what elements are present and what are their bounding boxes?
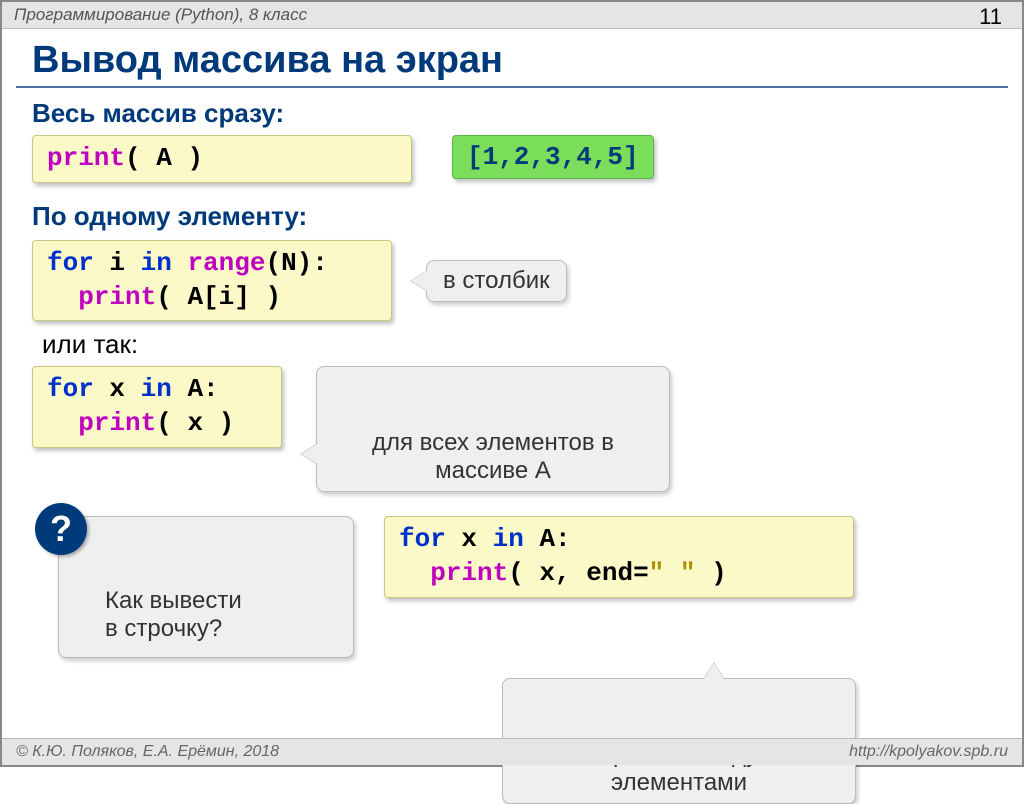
section1-heading: Весь массив сразу: (32, 98, 992, 129)
question-text: Как вывести в строчку? (105, 587, 242, 642)
string-space: " " (649, 558, 696, 588)
paren-open: ( (156, 282, 187, 312)
kw-print: print (78, 408, 156, 438)
callout-foreach: для всех элементов в массиве A (316, 366, 670, 492)
kw-for: for (47, 374, 94, 404)
code-for-each: for x in A: print( x ) (32, 366, 282, 448)
paren-open: ( (508, 558, 539, 588)
kw-print: print (78, 282, 156, 312)
output-box: [1,2,3,4,5] (452, 135, 654, 179)
callout-text: для всех элементов в массиве A (372, 429, 614, 484)
code-print-whole: print( A ) (32, 135, 412, 183)
row-whole-array: print( A ) [1,2,3,4,5] (32, 135, 992, 183)
title-rule (16, 86, 1008, 88)
course-label: Программирование (Python), 8 класс (14, 5, 307, 25)
var-A: A (156, 143, 172, 173)
kw-in: in (141, 374, 172, 404)
code-for-index: for i in range(N): print( A[i] ) (32, 240, 392, 322)
paren-close: ) (695, 558, 726, 588)
footer-bar: © К.Ю. Поляков, Е.А. Ерёмин, 2018 http:/… (2, 738, 1022, 765)
page-number: 11 (979, 4, 1002, 30)
question-row: ? Как вывести в строчку? for x in A: pri… (32, 516, 992, 658)
callout-text: в столбик (443, 267, 550, 294)
range-args: (N): (265, 248, 327, 278)
section2-heading: По одному элементу: (32, 201, 992, 232)
copyright: © К.Ю. Поляков, Е.А. Ерёмин, 2018 (16, 743, 279, 761)
paren-close: ) (172, 143, 203, 173)
var-i: i (94, 248, 141, 278)
paren-open: ( (156, 408, 187, 438)
kw-in: in (141, 248, 172, 278)
arg-ai: A[i] (187, 282, 249, 312)
paren-close: ) (203, 408, 234, 438)
question-icon: ? (35, 503, 87, 555)
var-A: A: (524, 524, 571, 554)
top-bar: Программирование (Python), 8 класс (2, 2, 1022, 29)
row-foreach: for x in A: print( x ) для всех элементо… (32, 366, 992, 492)
arg-x-end: x, end= (539, 558, 648, 588)
fn-range: range (187, 248, 265, 278)
row-per-element: for i in range(N): print( A[i] ) в столб… (32, 240, 992, 322)
or-label: или так: (42, 329, 992, 360)
callout-tail-icon (704, 663, 724, 679)
var-x: x (94, 374, 141, 404)
paren-close: ) (250, 282, 281, 312)
kw-for: for (399, 524, 446, 554)
code-inline-print: for x in A: print( x, end=" " ) (384, 516, 854, 598)
callout-column: в столбик (426, 260, 567, 302)
kw-for: for (47, 248, 94, 278)
question-box: ? Как вывести в строчку? (58, 516, 354, 658)
var-x: x (446, 524, 493, 554)
kw-in: in (493, 524, 524, 554)
callout-tail-icon (301, 444, 317, 464)
kw-print: print (47, 143, 125, 173)
var-A: A: (172, 374, 219, 404)
footer-url: http://kpolyakov.spb.ru (849, 743, 1008, 761)
slide-title: Вывод массива на экран (32, 39, 1022, 82)
slide: Программирование (Python), 8 класс 11 Вы… (0, 0, 1024, 767)
content: Весь массив сразу: print( A ) [1,2,3,4,5… (2, 98, 1022, 804)
callout-tail-icon (411, 271, 427, 291)
arg-x: x (187, 408, 203, 438)
paren-open: ( (125, 143, 156, 173)
kw-print: print (430, 558, 508, 588)
space (172, 248, 188, 278)
